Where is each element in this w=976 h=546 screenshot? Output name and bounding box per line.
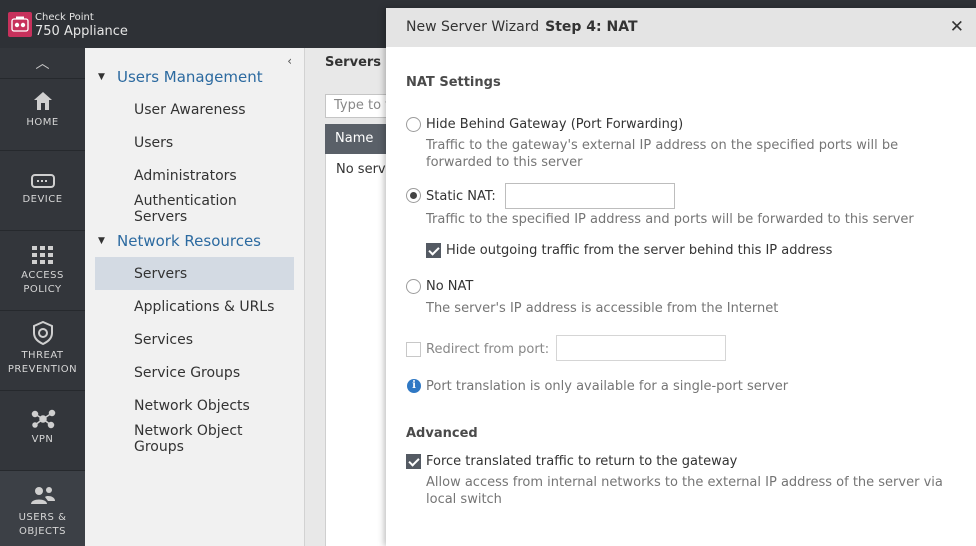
wizard-step: Step 4: NAT — [545, 19, 638, 35]
secondary-nav: ‹ ▼ Users Management User Awareness User… — [85, 48, 305, 546]
static-nat-ip-input[interactable] — [505, 183, 675, 209]
force-return-description: Allow access from internal networks to t… — [426, 475, 943, 507]
hide-behind-gateway-radio[interactable] — [406, 117, 421, 132]
caret-down-icon: ▼ — [98, 72, 105, 82]
access-policy-icon — [31, 246, 53, 264]
port-translation-note: Port translation is only available for a… — [426, 379, 789, 394]
hide-outgoing-traffic-checkbox[interactable] — [426, 243, 441, 258]
threat-prevention-icon — [32, 321, 53, 345]
close-icon[interactable]: ✕ — [950, 17, 964, 37]
rail-item-device[interactable]: DEVICE — [0, 150, 85, 230]
collapse-panel-icon[interactable]: ‹ — [287, 54, 292, 68]
rail-item-threat-prevention[interactable]: THREAT PREVENTION — [0, 310, 85, 390]
force-return-to-gateway-checkbox[interactable] — [406, 454, 421, 469]
new-server-wizard: New Server Wizard Step 4: NAT ✕ NAT Setti… — [386, 8, 976, 546]
rail-item-users-objects[interactable]: USERS & OBJECTS — [0, 470, 85, 546]
brand-product: 750 Appliance — [35, 24, 128, 39]
rail-item-access-policy[interactable]: ACCESS POLICY — [0, 230, 85, 310]
caret-down-icon: ▼ — [98, 236, 105, 246]
info-icon: i — [407, 379, 421, 393]
redirect-from-port-label: Redirect from port: — [426, 342, 550, 357]
wizard-title-text: New Server Wizard — [406, 19, 540, 35]
rail-item-label: USERS & OBJECTS — [18, 512, 67, 537]
static-nat-description: Traffic to the specified IP address and … — [426, 212, 914, 227]
no-nat-label[interactable]: No NAT — [426, 279, 473, 294]
nav-item-users[interactable]: Users — [95, 126, 294, 159]
static-nat-radio[interactable] — [406, 188, 421, 203]
main-nav-rail: ︿ HOME DEVICE ACCESS POLICY THREAT PREVE… — [0, 48, 85, 546]
force-return-to-gateway-label[interactable]: Force translated traffic to return to th… — [426, 454, 737, 469]
rail-item-home[interactable]: HOME — [0, 78, 85, 150]
nav-group-title: Network Resources — [117, 232, 262, 250]
nav-item-administrators[interactable]: Administrators — [95, 159, 294, 192]
nav-item-service-groups[interactable]: Service Groups — [95, 356, 294, 389]
vpn-icon — [31, 409, 55, 429]
nav-item-services[interactable]: Services — [95, 323, 294, 356]
rail-item-label: VPN — [31, 434, 54, 445]
no-nat-radio[interactable] — [406, 279, 421, 294]
wizard-title: New Server Wizard Step 4: NAT — [406, 19, 638, 35]
nav-group-users-management[interactable]: ▼ Users Management — [98, 68, 263, 86]
no-nat-description: The server's IP address is accessible fr… — [426, 301, 779, 316]
users-objects-icon — [30, 487, 55, 504]
redirect-port-input[interactable] — [556, 335, 726, 361]
device-icon — [30, 174, 55, 188]
brand-vendor: Check Point — [35, 12, 94, 23]
home-icon — [33, 92, 52, 110]
nav-item-servers[interactable]: Servers — [95, 257, 294, 290]
nat-settings-heading: NAT Settings — [406, 75, 501, 90]
nav-item-applications-urls[interactable]: Applications & URLs — [95, 290, 294, 323]
rail-item-label: HOME — [26, 117, 59, 128]
static-nat-label[interactable]: Static NAT: — [426, 189, 496, 204]
hide-behind-gateway-description: Traffic to the gateway's external IP add… — [426, 138, 899, 170]
nav-item-user-awareness[interactable]: User Awareness — [95, 93, 294, 126]
rail-item-label: THREAT PREVENTION — [7, 350, 78, 375]
nav-item-network-objects[interactable]: Network Objects — [95, 389, 294, 422]
rail-scroll-up-icon[interactable]: ︿ — [0, 48, 85, 78]
wizard-header: New Server Wizard Step 4: NAT ✕ — [386, 8, 976, 47]
rail-item-label: ACCESS POLICY — [21, 270, 64, 295]
nav-item-authentication-servers[interactable]: Authentication Servers — [95, 192, 294, 225]
hide-behind-gateway-label[interactable]: Hide Behind Gateway (Port Forwarding) — [426, 117, 683, 132]
nav-group-title: Users Management — [117, 68, 263, 86]
redirect-from-port-checkbox[interactable] — [406, 342, 421, 357]
nav-group-network-resources[interactable]: ▼ Network Resources — [98, 232, 261, 250]
hide-outgoing-traffic-label[interactable]: Hide outgoing traffic from the server be… — [446, 243, 832, 258]
rail-item-vpn[interactable]: VPN — [0, 390, 85, 470]
nav-item-network-object-groups[interactable]: Network Object Groups — [95, 422, 294, 455]
servers-page: Servers De Type to fi Name No serve — [305, 48, 405, 546]
check-point-logo-icon — [8, 12, 32, 37]
rail-item-label: DEVICE — [22, 194, 63, 205]
advanced-heading: Advanced — [406, 426, 478, 441]
